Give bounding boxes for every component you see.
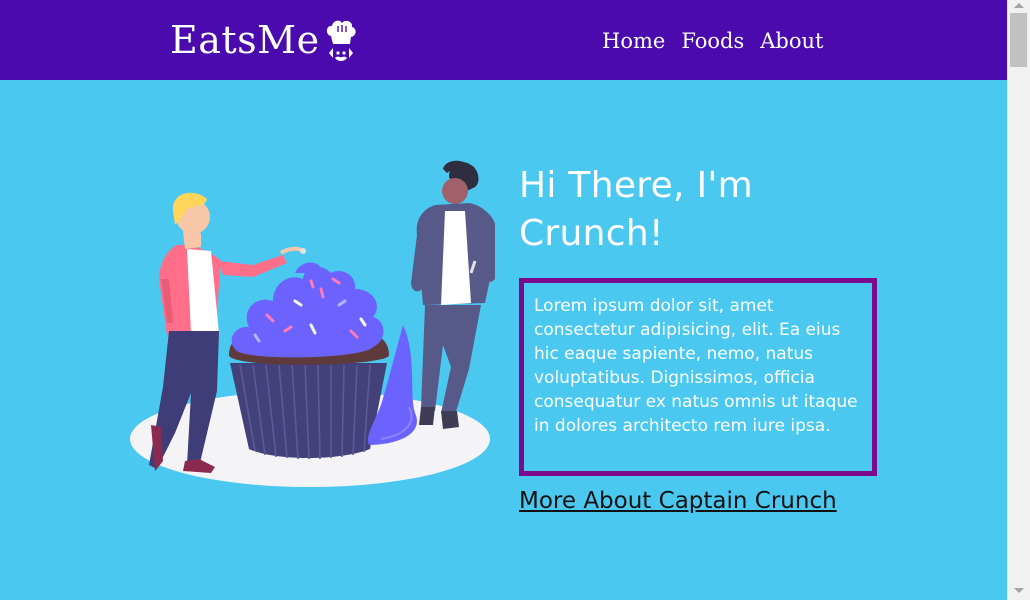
navbar: EatsMe Home Foods About xyxy=(0,0,1007,80)
nav-link-foods[interactable]: Foods xyxy=(681,26,744,56)
brand-link[interactable]: EatsMe xyxy=(170,16,358,64)
nav-link-home[interactable]: Home xyxy=(602,26,665,56)
brand-name: EatsMe xyxy=(170,18,320,62)
hero-description: Lorem ipsum dolor sit, amet consectetur … xyxy=(534,296,858,436)
scrollbar[interactable] xyxy=(1007,0,1030,600)
cupcake-people-illustration xyxy=(125,155,499,495)
hero-title: Hi There, I'm Crunch! xyxy=(519,165,753,254)
nav-links: Home Foods About xyxy=(602,26,823,56)
scroll-down-arrow-icon[interactable] xyxy=(1014,588,1024,593)
scroll-up-arrow-icon[interactable] xyxy=(1014,3,1024,8)
more-about-link[interactable]: More About Captain Crunch xyxy=(519,486,837,516)
scroll-thumb[interactable] xyxy=(1010,13,1027,67)
nav-link-about[interactable]: About xyxy=(760,26,823,56)
hero-description-box: Lorem ipsum dolor sit, amet consectetur … xyxy=(519,278,877,476)
chef-hat-icon xyxy=(324,18,358,62)
